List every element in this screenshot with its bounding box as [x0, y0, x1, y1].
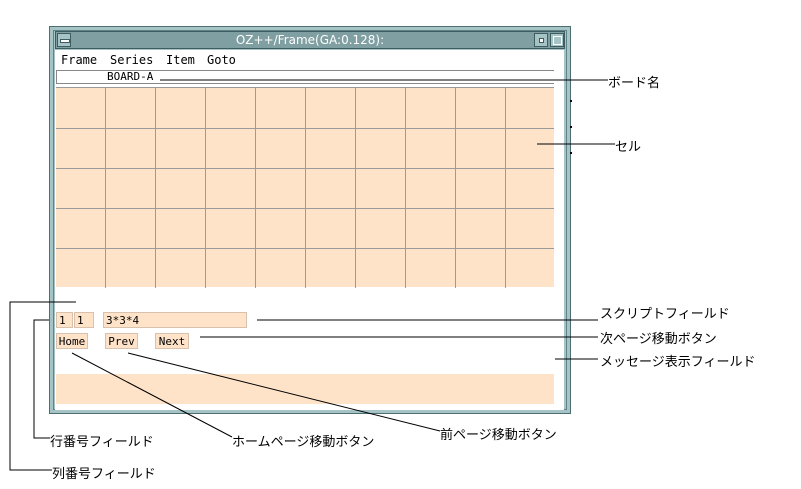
leader-home [71, 352, 233, 438]
annotation-leaders [9, 79, 615, 471]
label-row-field: 行番号フィールド [50, 435, 154, 450]
leader-prev [127, 352, 441, 432]
label-cell: セル [615, 140, 642, 155]
label-board-name: ボード名 [608, 76, 661, 91]
label-column-field: 列番号フィールド [52, 467, 156, 482]
label-message-field: メッセージ表示フィールド [600, 355, 756, 370]
label-script-field: スクリプトフィールド [600, 307, 730, 322]
leader-row [33, 319, 50, 439]
label-home-button: ホームページ移動ボタン [232, 435, 375, 450]
label-next-button: 次ページ移動ボタン [600, 332, 717, 347]
label-prev-button: 前ページ移動ボタン [440, 428, 557, 443]
